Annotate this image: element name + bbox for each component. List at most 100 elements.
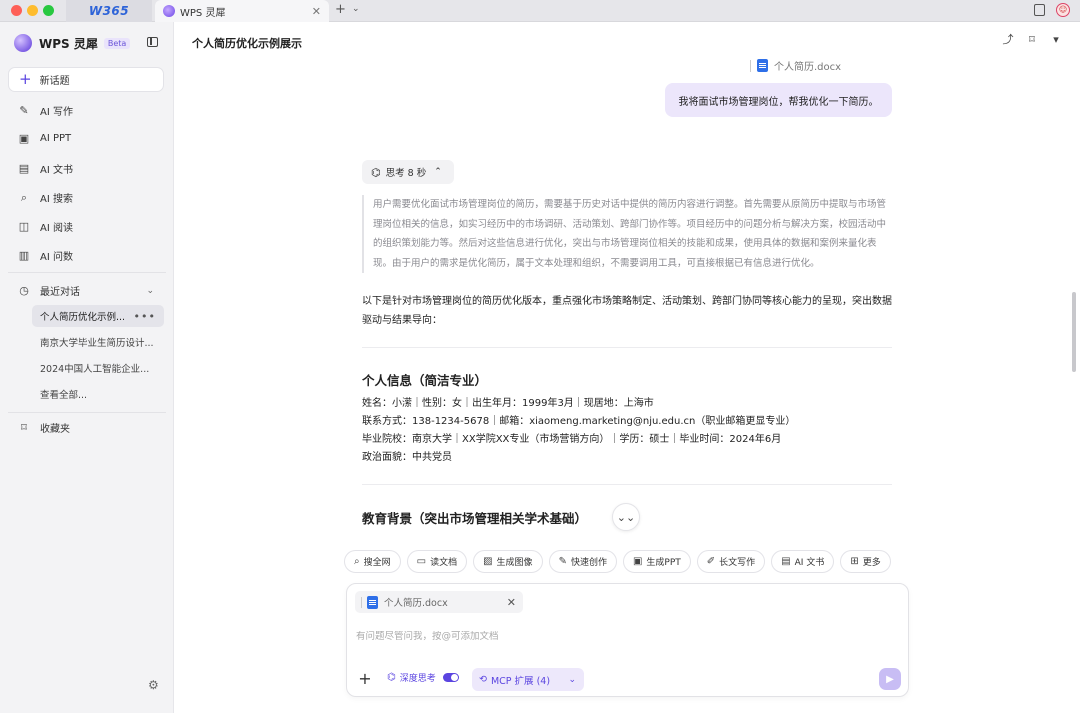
recent-chats-header[interactable]: ◷ 最近对话 ⌄ (18, 283, 154, 298)
settings-gear-icon[interactable]: ⚙ (148, 678, 159, 692)
file-name: 个人简历.docx (774, 62, 842, 73)
chip-generate-ppt[interactable]: ▣ 生成PPT (622, 550, 691, 573)
scroll-to-bottom-button[interactable]: ⌄⌄ (612, 503, 640, 531)
info-line: 政治面貌：中共党员 (362, 452, 452, 463)
add-button[interactable]: + (355, 668, 375, 688)
sidebar-item-label: AI 文书 (40, 165, 73, 176)
plus-icon: + (19, 70, 32, 88)
sidebar-item-label: AI 搜索 (40, 194, 73, 205)
share-icon[interactable]: ⤴ (1002, 34, 1014, 46)
beta-badge: Beta (103, 37, 131, 49)
read-doc-icon: ▭ (416, 556, 427, 567)
thinking-toggle[interactable]: ⌬ 思考 8 秒 ⌃ (362, 160, 454, 184)
recent-chat-label: 南京大学毕业生简历设计... (40, 338, 154, 349)
maximize-window-button[interactable] (43, 5, 54, 16)
top-actions: ⤴ ⌑ ▾ (1002, 34, 1062, 46)
tab-close-icon[interactable]: ✕ (312, 5, 321, 18)
chart-icon: ▥ (18, 249, 30, 262)
recent-chat-item[interactable]: 南京大学毕业生简历设计... (32, 331, 164, 353)
main-panel: 个人简历优化示例展示 ⤴ ⌑ ▾ 个人简历.docx 我将面试市场管理岗位，帮我… (175, 22, 1080, 713)
quick-create-icon: ✎ (558, 556, 567, 567)
minimize-window-button[interactable] (27, 5, 38, 16)
recent-chat-label: 2024中国人工智能企业... (40, 364, 150, 375)
sidebar-item-label: AI 阅读 (40, 223, 73, 234)
sidebar-divider (8, 412, 166, 413)
section-title-education: 教育背景（突出市场管理相关学术基础） (362, 511, 588, 526)
word-doc-icon (367, 595, 378, 609)
chip-long-writing[interactable]: ✐ 长文写作 (696, 550, 766, 573)
sidebar-toggle-icon[interactable] (147, 37, 158, 47)
attached-file-reference[interactable]: 个人简历.docx (750, 58, 841, 73)
chip-generate-image[interactable]: ▨ 生成图像 (473, 550, 543, 573)
sidebar-item-ai-search[interactable]: ⌕ AI 搜索 (18, 190, 73, 206)
lingxi-logo-icon (14, 34, 32, 52)
new-chat-button[interactable]: + 新话题 (8, 67, 164, 92)
mcp-extension-dropdown[interactable]: ⟲ MCP 扩展 (4) ⌄ (472, 668, 584, 691)
brand: WPS 灵犀 Beta (14, 34, 131, 52)
deep-think-label: 深度思考 (399, 674, 436, 684)
chip-label: 搜全网 (363, 558, 391, 568)
new-tab-button[interactable]: + (335, 2, 346, 17)
view-all-link[interactable]: 查看全部... (32, 383, 164, 405)
book-icon: ◫ (18, 220, 30, 233)
sidebar-item-ai-data[interactable]: ▥ AI 问数 (18, 248, 73, 263)
recent-chats-label: 最近对话 (40, 287, 80, 298)
quick-actions: ⌕ 搜全网 ▭ 读文档 ▨ 生成图像 ✎ 快速创作 ▣ 生成PPT ✐ 长文写作 ▤ AI 文… (344, 550, 891, 573)
message-input[interactable] (356, 631, 876, 642)
mcp-icon: ⟲ (479, 674, 487, 685)
sidebar-item-label: AI 写作 (40, 107, 73, 118)
deep-think-toggle[interactable]: ⌬ 深度思考 (387, 671, 459, 684)
double-chevron-down-icon: ⌄⌄ (616, 510, 636, 524)
bookmark-icon[interactable]: ⌑ (1026, 34, 1038, 46)
brand-name: WPS 灵犀 (39, 36, 98, 51)
tab-menu-chevron-icon[interactable]: ⌄ (352, 4, 360, 14)
tab-wps-lingxi[interactable]: WPS 灵犀 ✕ (155, 0, 329, 22)
sidebar-item-label: AI 问数 (40, 252, 73, 263)
sidebar: WPS 灵犀 Beta + 新话题 ✎ AI 写作 ▣ AI PPT ▤ AI … (0, 22, 174, 713)
window-layout-icon[interactable] (1034, 4, 1045, 16)
chip-search-web[interactable]: ⌕ 搜全网 (344, 550, 401, 573)
chip-more[interactable]: ⊞ 更多 (840, 550, 891, 573)
chip-label: 长文写作 (719, 558, 756, 568)
attachment-chip[interactable]: 个人简历.docx ✕ (355, 591, 523, 613)
tab-w365[interactable]: W365 (66, 0, 152, 22)
thinking-label: 思考 8 秒 (385, 168, 427, 179)
more-icon: ⊞ (850, 556, 859, 567)
export-doc-icon[interactable]: ▾ (1050, 34, 1062, 46)
sidebar-item-ai-writing[interactable]: ✎ AI 写作 (18, 103, 73, 118)
chip-read-doc[interactable]: ▭ 读文档 (406, 550, 468, 573)
view-all-label: 查看全部... (40, 390, 88, 401)
conversation-title: 个人简历优化示例展示 (192, 37, 302, 50)
toggle-switch[interactable] (442, 673, 459, 682)
word-doc-icon (757, 59, 768, 72)
chip-quick-create[interactable]: ✎ 快速创作 (548, 550, 617, 573)
new-chat-label: 新话题 (39, 76, 70, 87)
close-window-button[interactable] (11, 5, 22, 16)
pen-icon: ✎ (19, 104, 29, 117)
section-title-personal-info: 个人信息（简洁专业） (362, 373, 488, 388)
thinking-icon: ⌬ (371, 165, 381, 179)
divider (750, 59, 751, 72)
sidebar-divider (8, 272, 166, 273)
chevron-up-icon: ⌃ (434, 167, 442, 177)
chevron-down-icon: ⌄ (568, 674, 576, 685)
chip-label: 更多 (862, 558, 881, 568)
sidebar-item-favorites[interactable]: ⌑ 收藏夹 (18, 420, 70, 435)
divider (362, 484, 892, 485)
more-options-icon[interactable]: ••• (134, 310, 156, 323)
thinking-content: 用户需要优化面试市场管理岗位的简历，需要基于历史对话中提供的简历内容进行调整。首… (362, 195, 892, 273)
user-avatar-icon[interactable]: ☺ (1056, 3, 1070, 17)
send-button[interactable]: ▶ (879, 668, 901, 690)
recent-chat-item[interactable]: 个人简历优化示例... ••• (32, 305, 164, 327)
sidebar-item-label: AI PPT (40, 132, 72, 144)
sidebar-item-ai-ppt[interactable]: ▣ AI PPT (18, 132, 72, 145)
remove-attachment-icon[interactable]: ✕ (507, 596, 516, 609)
chip-ai-document[interactable]: ▤ AI 文书 (771, 550, 835, 573)
search-icon: ⌕ (20, 190, 28, 204)
tab-label: WPS 灵犀 (180, 7, 226, 19)
sidebar-item-ai-document[interactable]: ▤ AI 文书 (18, 161, 73, 176)
scrollbar[interactable] (1072, 292, 1076, 372)
sidebar-item-ai-reading[interactable]: ◫ AI 阅读 (18, 219, 73, 234)
lingxi-logo-icon (163, 5, 175, 17)
recent-chat-item[interactable]: 2024中国人工智能企业... (32, 357, 164, 379)
